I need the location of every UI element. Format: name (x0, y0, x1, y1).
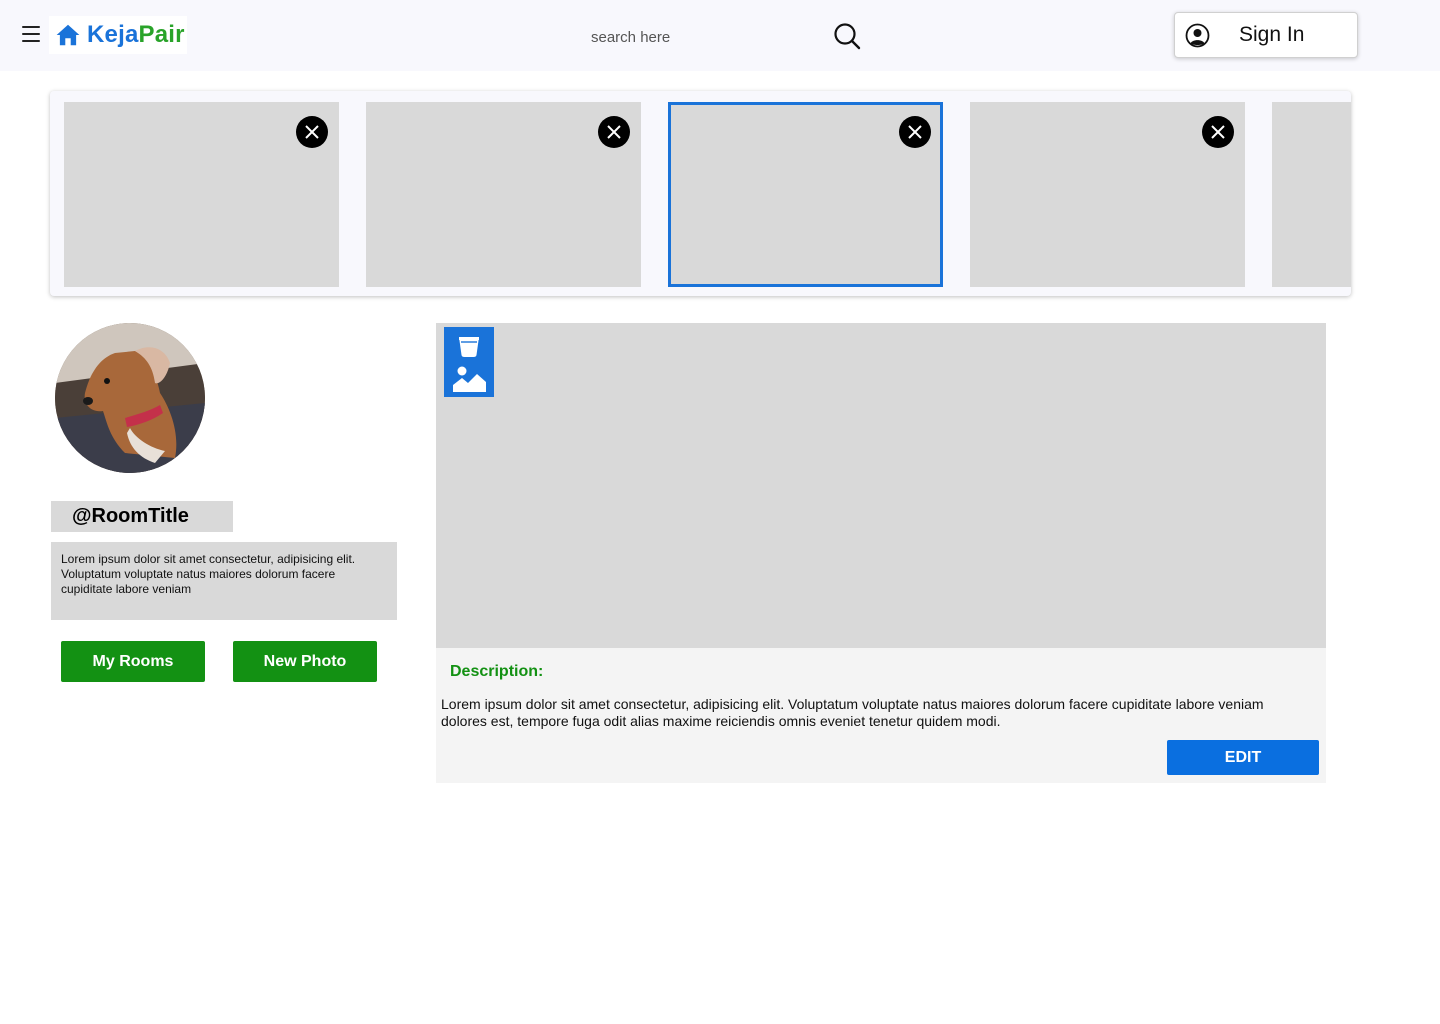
house-icon (56, 24, 80, 46)
menu-icon[interactable] (22, 26, 40, 42)
photo-thumbnail[interactable] (64, 102, 339, 287)
photo-thumbnail-selected[interactable] (668, 102, 943, 287)
search-input[interactable] (582, 20, 822, 54)
sign-in-button[interactable]: Sign In (1174, 12, 1358, 58)
photo-carousel[interactable] (50, 91, 1351, 296)
search-icon[interactable] (832, 21, 862, 51)
main-photo-preview (436, 323, 1326, 648)
room-title: @RoomTitle (51, 501, 233, 532)
close-icon (305, 125, 319, 139)
edit-button[interactable]: EDIT (1167, 740, 1319, 775)
brand-name: KejaPair (87, 21, 185, 48)
close-icon (908, 125, 922, 139)
user-circle-icon (1185, 23, 1210, 48)
description-panel: Description: Lorem ipsum dolor sit amet … (436, 648, 1326, 783)
new-photo-button[interactable]: New Photo (233, 641, 377, 682)
photo-toolbar (444, 327, 494, 397)
brand-logo[interactable]: KejaPair (49, 16, 187, 54)
photo-thumbnail[interactable] (970, 102, 1245, 287)
room-avatar (55, 323, 205, 473)
trash-icon[interactable] (457, 334, 481, 358)
remove-photo-button[interactable] (899, 116, 931, 148)
close-icon (1211, 125, 1225, 139)
room-description: Lorem ipsum dolor sit amet consectetur, … (51, 542, 397, 620)
description-heading: Description: (450, 663, 544, 680)
photo-thumbnail[interactable] (366, 102, 641, 287)
my-rooms-button[interactable]: My Rooms (61, 641, 205, 682)
remove-photo-button[interactable] (598, 116, 630, 148)
photo-thumbnail[interactable] (1272, 102, 1351, 287)
sign-in-label: Sign In (1239, 23, 1305, 46)
top-navbar: KejaPair Sign In (0, 0, 1440, 71)
description-text: Lorem ipsum dolor sit amet consectetur, … (441, 696, 1264, 729)
remove-photo-button[interactable] (296, 116, 328, 148)
image-icon[interactable] (453, 365, 486, 392)
remove-photo-button[interactable] (1202, 116, 1234, 148)
close-icon (607, 125, 621, 139)
